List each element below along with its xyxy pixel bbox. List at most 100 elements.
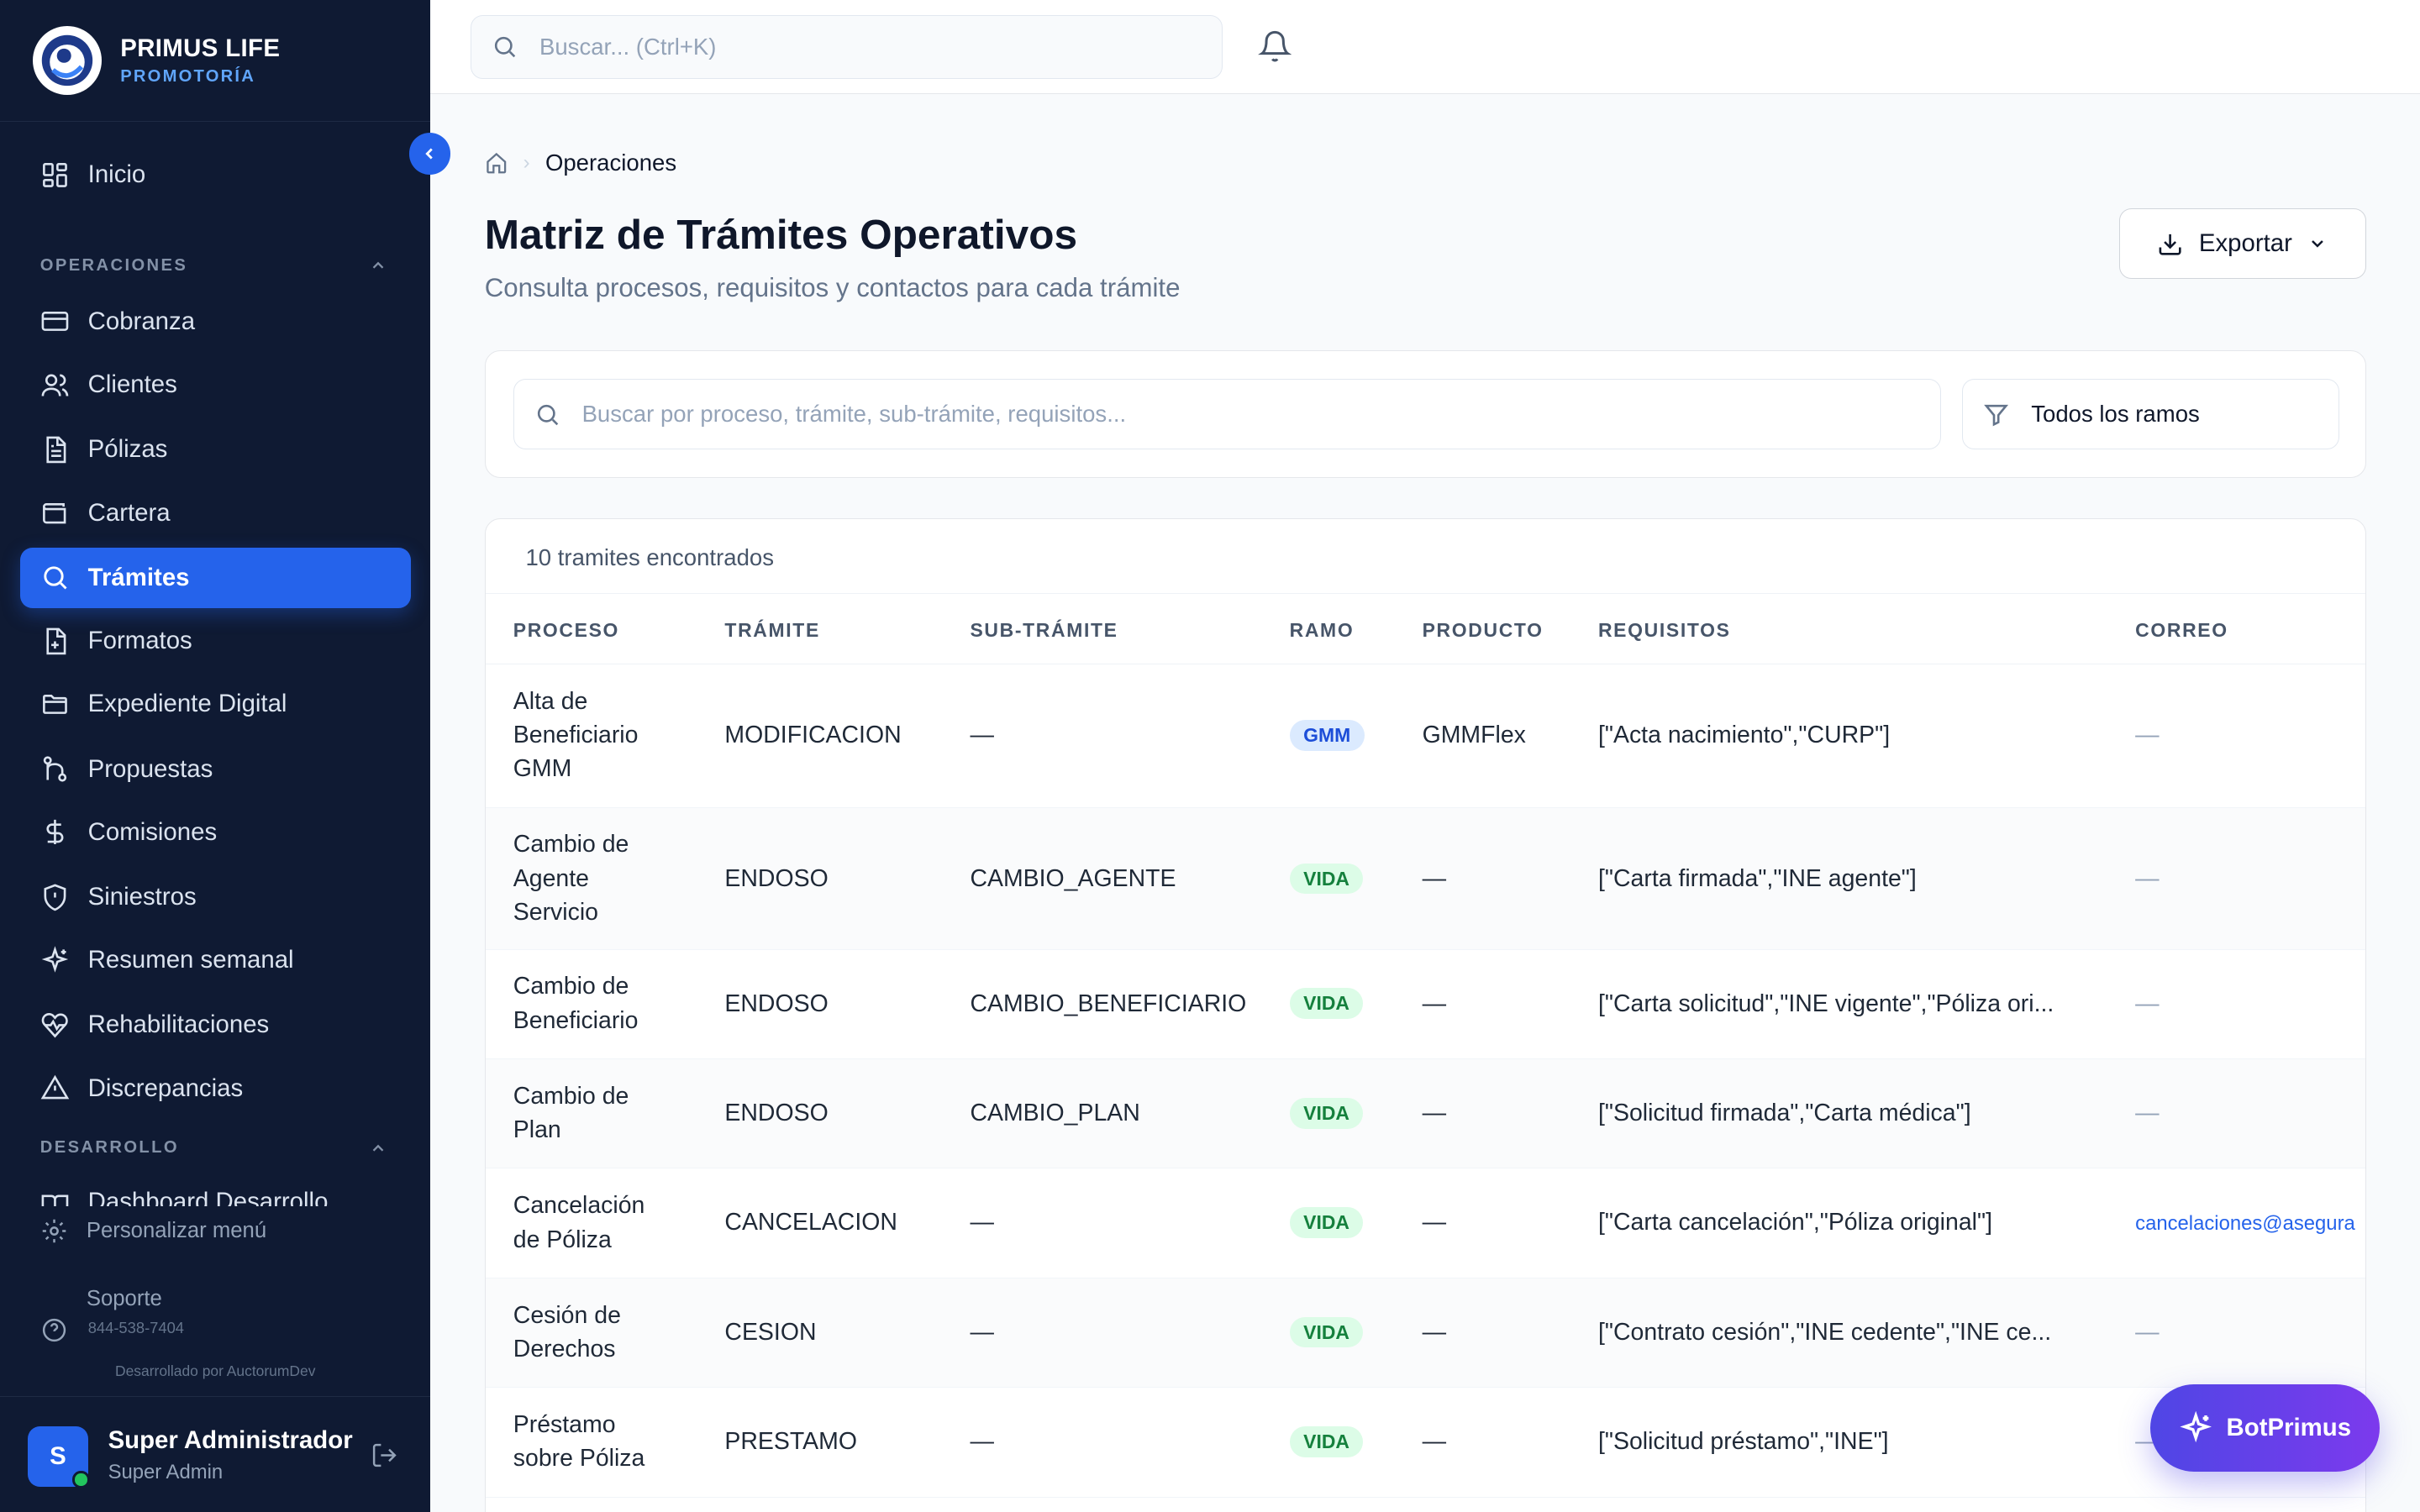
cell-proceso: Alta de Beneficiario GMM	[513, 685, 639, 786]
app-root: PRIMUS LIFE PROMOTORÍA Inicio OPERACIONE…	[0, 0, 2420, 1512]
sidebar-item-cartera[interactable]: Cartera	[20, 483, 411, 543]
results-count: 10 tramites encontrados	[525, 543, 774, 570]
cell-proceso-line: Cambio de	[513, 973, 629, 1000]
column-header-correo[interactable]: CORREO	[2135, 619, 2228, 642]
sidebar-item-label: Propuestas	[87, 754, 213, 783]
sidebar-item-label: Cartera	[87, 498, 171, 527]
section-desarrollo[interactable]: DESARROLLO	[40, 1138, 387, 1158]
filter-icon	[1984, 404, 2009, 427]
breadcrumb-separator-icon: ›	[523, 151, 530, 175]
cell-proceso-line: Préstamo	[513, 1411, 616, 1439]
sidebar-item-comisiones[interactable]: Comisiones	[20, 802, 411, 863]
sidebar-item-rehabilitaciones[interactable]: Rehabilitaciones	[20, 995, 411, 1056]
tramites-search-input[interactable]	[581, 401, 1910, 428]
git-branch-icon	[43, 756, 66, 782]
sidebar-item-formatos[interactable]: Formatos	[20, 611, 411, 671]
sidebar-item-label: Rehabilitaciones	[87, 1011, 270, 1039]
search-icon	[44, 566, 67, 590]
table-row[interactable]: Préstamo sobre Póliza PRESTAMO — VIDA — …	[485, 1388, 2365, 1498]
filter-card: Todos los ramos	[484, 349, 2366, 479]
chevron-up-icon	[372, 262, 384, 269]
user-profile[interactable]: S Super Administrador Super Admin	[0, 1396, 431, 1512]
soporte-label: Soporte	[86, 1286, 162, 1310]
cell-proceso-line: Derechos	[513, 1336, 616, 1363]
cell-correo: —	[2135, 864, 2160, 892]
sidebar-item-polizas[interactable]: Pólizas	[20, 420, 411, 480]
logout-icon[interactable]	[371, 1441, 398, 1469]
chevron-left-icon	[425, 148, 434, 160]
personalizar-menu-label: Personalizar menú	[86, 1219, 267, 1243]
cell-proceso-line: Cambio de	[513, 831, 629, 858]
column-header-subtramite[interactable]: SUB-TRÁMITE	[970, 619, 1118, 642]
column-header-tramite[interactable]: TRÁMITE	[724, 619, 820, 642]
table-header: PROCESO TRÁMITE SUB-TRÁMITE RAMO PRODUCT…	[485, 593, 2365, 664]
cell-proceso: Cambio de Plan	[513, 1079, 629, 1147]
search-icon	[494, 37, 516, 58]
cell-requisitos: ["Carta cancelación","Póliza original"]	[1597, 1209, 1992, 1236]
soporte-phone: 844-538-7404	[87, 1319, 185, 1337]
cell-requisitos: ["Carta solicitud","INE vigente","Póliza…	[1597, 990, 2054, 1017]
cell-proceso-line: Cambio de	[513, 1082, 629, 1110]
table-row[interactable]: Alta de Beneficiario GMM MODIFICACION — …	[485, 664, 2365, 808]
chevron-up-icon	[372, 1144, 384, 1152]
sidebar-item-cobranza[interactable]: Cobranza	[20, 291, 411, 352]
home-icon[interactable]	[485, 151, 508, 175]
personalizar-menu-button[interactable]: Personalizar menú	[40, 1217, 266, 1245]
grid-icon	[42, 163, 67, 187]
column-header-producto[interactable]: PRODUCTO	[1423, 619, 1544, 642]
column-header-ramo[interactable]: RAMO	[1290, 619, 1355, 642]
sidebar-item-label: Comisiones	[87, 817, 218, 846]
botprimus-button[interactable]: BotPrimus	[2149, 1383, 2381, 1473]
cell-proceso-line: sobre Póliza	[513, 1445, 645, 1473]
cell-producto: —	[1422, 1428, 1447, 1456]
tramites-search[interactable]	[513, 378, 1941, 450]
export-button[interactable]: Exportar	[2118, 207, 2366, 280]
cell-producto: —	[1422, 990, 1447, 1017]
sidebar-item-tramites[interactable]: Trámites	[19, 548, 411, 608]
cell-producto: —	[1422, 864, 1447, 892]
cell-proceso: Cesión de Derechos	[513, 1299, 621, 1367]
cell-proceso-line: Cesión de	[513, 1301, 621, 1329]
cell-correo-link[interactable]: cancelaciones@asegura	[2135, 1207, 2355, 1241]
brand[interactable]: PRIMUS LIFE PROMOTORÍA	[0, 0, 431, 123]
sidebar-item-label: Expediente Digital	[87, 690, 287, 718]
book-icon	[41, 1194, 69, 1207]
sidebar-item-label: Clientes	[87, 370, 177, 399]
section-operaciones[interactable]: OPERACIONES	[40, 256, 387, 276]
page-subtitle: Consulta procesos, requisitos y contacto…	[484, 273, 1181, 303]
cell-proceso: Cancelación de Póliza	[513, 1189, 645, 1257]
sidebar-item-expediente-digital[interactable]: Expediente Digital	[20, 675, 411, 735]
ramo-filter-value: Todos los ramos	[2031, 401, 2200, 428]
global-search[interactable]	[471, 15, 1223, 79]
table-row[interactable]: Cambio de Beneficiario ENDOSO CAMBIO_BEN…	[485, 950, 2365, 1059]
collapse-sidebar-button[interactable]	[408, 132, 451, 175]
sidebar-item-inicio[interactable]: Inicio	[20, 145, 411, 206]
table-row[interactable]: Cambio de Agente Servicio ENDOSO CAMBIO_…	[485, 807, 2365, 950]
cell-proceso-line: Servicio	[513, 899, 598, 927]
sidebar-item-resumen-semanal[interactable]: Resumen semanal	[20, 931, 411, 991]
brand-subtitle: PROMOTORÍA	[120, 67, 255, 87]
table-row[interactable]: Cesión de Derechos CESION — VIDA — ["Con…	[485, 1278, 2365, 1389]
ramo-filter-select[interactable]: Todos los ramos	[1962, 378, 2339, 450]
export-label: Exportar	[2198, 229, 2292, 258]
bell-icon[interactable]	[1257, 29, 1292, 63]
sidebar-item-label: Trámites	[87, 563, 190, 591]
global-search-input[interactable]	[539, 34, 1188, 60]
table-row[interactable]: Cancelación de Póliza CANCELACION — VIDA…	[485, 1168, 2365, 1278]
brand-logo-icon	[32, 25, 103, 96]
cell-correo: —	[2135, 990, 2160, 1017]
sidebar-item-discrepancias[interactable]: Discrepancias	[20, 1058, 411, 1119]
column-header-proceso[interactable]: PROCESO	[513, 619, 619, 642]
sidebar-item-dashboard-desarrollo[interactable]: Dashboard Desarrollo	[40, 1185, 411, 1207]
ramo-badge: VIDA	[1289, 1316, 1364, 1348]
sidebar-item-propuestas[interactable]: Propuestas	[20, 739, 411, 800]
cell-proceso-line: Beneficiario	[513, 722, 639, 749]
breadcrumb: › Operaciones	[485, 150, 676, 176]
topbar	[430, 0, 2420, 95]
sidebar-item-siniestros[interactable]: Siniestros	[20, 867, 411, 927]
table-row[interactable]: Cambio de Plan ENDOSO CAMBIO_PLAN VIDA —…	[485, 1058, 2365, 1169]
cell-proceso-line: Agente	[513, 864, 589, 892]
column-header-requisitos[interactable]: REQUISITOS	[1598, 619, 1731, 642]
sidebar-item-clientes[interactable]: Clientes	[20, 354, 411, 415]
sidebar-item-label: Resumen semanal	[87, 946, 294, 974]
